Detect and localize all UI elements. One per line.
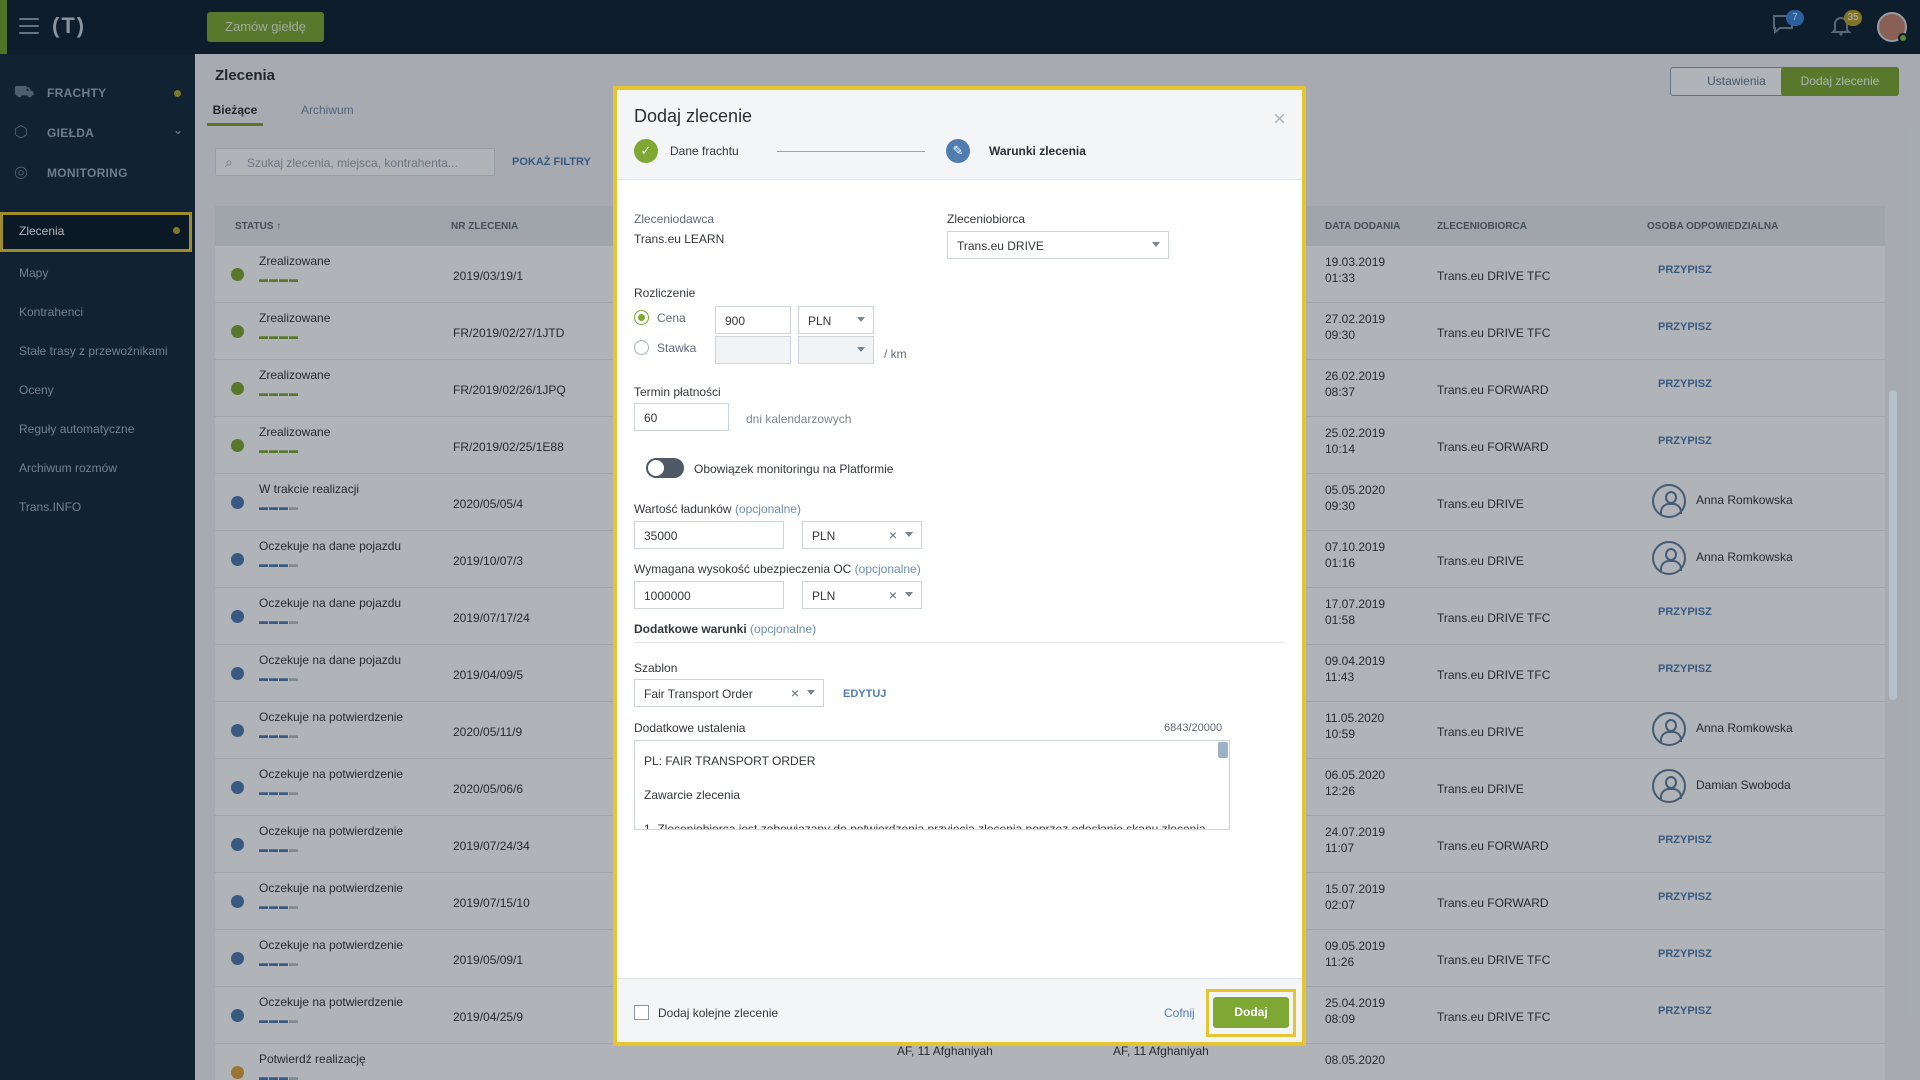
insurance-label: Wymagana wysokość ubezpieczenia OC (opcj… bbox=[634, 562, 921, 576]
dropdown-caret-icon bbox=[1152, 242, 1160, 247]
check-icon: ✓ bbox=[634, 139, 658, 163]
per-km-label: / km bbox=[884, 347, 907, 361]
step-order-terms: Warunki zlecenia bbox=[989, 144, 1086, 158]
textarea-scrollbar[interactable] bbox=[1218, 742, 1228, 758]
textarea-line: Zawarcie zlecenia bbox=[644, 788, 741, 802]
modal-header: Dodaj zlecenie × ✓ Dane frachtu ✎ Warunk… bbox=[617, 90, 1302, 180]
settlement-label: Rozliczenie bbox=[634, 286, 696, 300]
step-connector bbox=[777, 151, 925, 152]
additional-terms-label: Dodatkowe warunki bbox=[634, 622, 747, 636]
back-button[interactable]: Cofnij bbox=[1164, 1006, 1195, 1020]
payment-term-input[interactable]: 60 bbox=[634, 403, 729, 431]
payment-term-label: Termin płatności bbox=[634, 385, 721, 399]
rate-currency-select[interactable] bbox=[798, 336, 874, 364]
insurance-label-text: Wymagana wysokość ubezpieczenia OC bbox=[634, 562, 852, 576]
add-another-label: Dodaj kolejne zlecenie bbox=[658, 1006, 779, 1020]
template-select-value: Fair Transport Order bbox=[644, 687, 753, 701]
arrangements-textarea[interactable]: PL: FAIR TRANSPORT ORDER Zawarcie zlecen… bbox=[634, 740, 1230, 830]
dropdown-caret-icon bbox=[905, 532, 913, 537]
edit-template-link[interactable]: EDYTUJ bbox=[843, 688, 886, 700]
section-divider bbox=[634, 642, 1284, 643]
cargo-value-label-text: Wartość ładunków bbox=[634, 502, 732, 516]
insurance-currency-value: PLN bbox=[812, 589, 836, 603]
template-label: Szablon bbox=[634, 661, 678, 675]
cargo-currency-select[interactable]: PLN × bbox=[802, 521, 922, 549]
contractor-select[interactable]: Trans.eu DRIVE bbox=[947, 231, 1169, 259]
clear-icon[interactable]: × bbox=[791, 685, 799, 701]
modal-footer: Dodaj kolejne zlecenie Cofnij Dodaj bbox=[617, 978, 1302, 1042]
price-input[interactable]: 900 bbox=[715, 306, 791, 334]
price-radio[interactable] bbox=[634, 310, 649, 325]
optional-tag: (opcjonalne) bbox=[750, 622, 817, 636]
clear-icon[interactable]: × bbox=[889, 527, 897, 543]
dropdown-caret-icon bbox=[857, 347, 865, 352]
price-currency-value: PLN bbox=[808, 314, 832, 328]
submit-button[interactable]: Dodaj bbox=[1213, 997, 1289, 1028]
dropdown-caret-icon bbox=[807, 690, 815, 695]
principal-label: Zleceniodawca bbox=[634, 212, 715, 226]
insurance-currency-select[interactable]: PLN × bbox=[802, 581, 922, 609]
rate-radio-label: Stawka bbox=[657, 341, 697, 355]
cargo-value-label: Wartość ładunków (opcjonalne) bbox=[634, 502, 801, 516]
modal-title: Dodaj zlecenie bbox=[634, 106, 753, 126]
contractor-label: Zleceniobiorca bbox=[947, 212, 1026, 226]
template-select[interactable]: Fair Transport Order × bbox=[634, 679, 824, 707]
price-currency-select[interactable]: PLN bbox=[798, 306, 874, 334]
payment-term-unit: dni kalendarzowych bbox=[746, 412, 852, 426]
char-counter: 6843/20000 bbox=[1164, 722, 1223, 734]
step-freight-data[interactable]: Dane frachtu bbox=[670, 144, 739, 158]
additional-terms-heading: Dodatkowe warunki (opcjonalne) bbox=[634, 622, 816, 636]
monitoring-toggle-label: Obowiązek monitoringu na Platformie bbox=[694, 462, 894, 476]
monitoring-toggle[interactable] bbox=[646, 458, 684, 478]
cargo-value-input[interactable]: 35000 bbox=[634, 521, 784, 549]
cargo-currency-value: PLN bbox=[812, 529, 836, 543]
rate-input[interactable] bbox=[715, 336, 791, 364]
pencil-icon: ✎ bbox=[946, 139, 970, 163]
add-order-modal: Dodaj zlecenie × ✓ Dane frachtu ✎ Warunk… bbox=[613, 86, 1306, 1046]
insurance-input[interactable]: 1000000 bbox=[634, 581, 784, 609]
contractor-select-value: Trans.eu DRIVE bbox=[957, 239, 1044, 253]
dropdown-caret-icon bbox=[857, 317, 865, 322]
close-icon[interactable]: × bbox=[1273, 108, 1286, 130]
principal-value: Trans.eu LEARN bbox=[634, 232, 725, 246]
optional-tag: (opcjonalne) bbox=[734, 502, 801, 516]
price-radio-label: Cena bbox=[657, 311, 686, 325]
optional-tag: (opcjonalne) bbox=[854, 562, 921, 576]
add-another-checkbox[interactable] bbox=[634, 1005, 649, 1020]
page-scrollbar[interactable] bbox=[1889, 390, 1897, 700]
rate-radio[interactable] bbox=[634, 340, 649, 355]
textarea-line: PL: FAIR TRANSPORT ORDER bbox=[644, 754, 816, 768]
submit-highlight: Dodaj bbox=[1206, 989, 1296, 1037]
clear-icon[interactable]: × bbox=[889, 587, 897, 603]
textarea-line: 1. Zleceniobiorca jest zobowiązany do po… bbox=[644, 822, 1206, 830]
dropdown-caret-icon bbox=[905, 592, 913, 597]
arrangements-label: Dodatkowe ustalenia bbox=[634, 721, 746, 735]
